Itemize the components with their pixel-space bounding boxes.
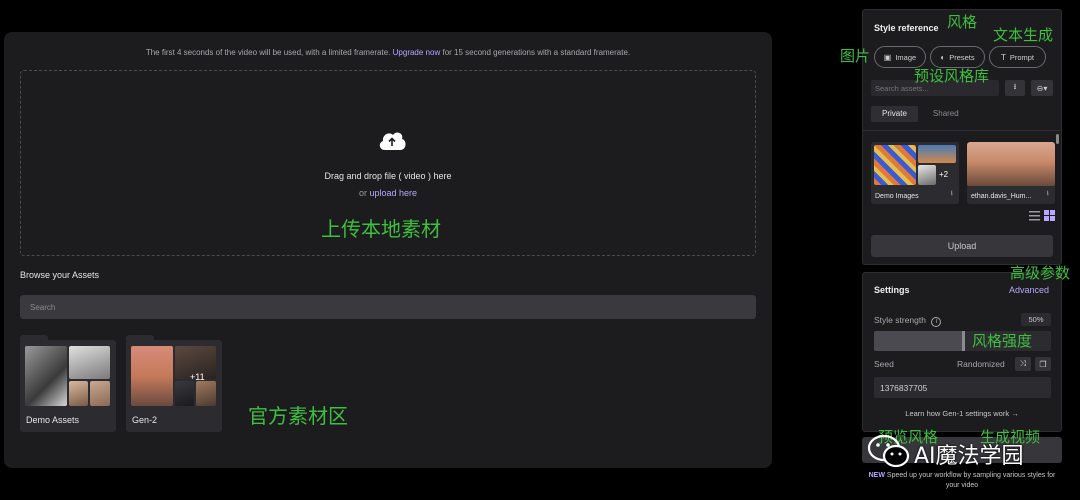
watermark-text: AI魔法学园 (914, 444, 1024, 469)
upload-button[interactable]: Upload (871, 235, 1053, 257)
shuffle-button[interactable]: ⤨ (1015, 357, 1031, 371)
drag-drop-text: Drag and drop file ( video ) here (324, 171, 452, 181)
slider-fill (874, 331, 963, 351)
text-icon: T (1000, 52, 1006, 62)
app-root: The first 4 seconds of the video will be… (0, 0, 1080, 500)
asset-tabs: Private Shared (871, 106, 970, 122)
annotation-official-assets: 官方素材区 (248, 404, 348, 428)
folder-thumbnail (69, 346, 110, 379)
wechat-logo-icon (867, 434, 910, 468)
card-thumbnail (874, 145, 916, 185)
folder-gen-2[interactable]: +11 Gen-2 (126, 335, 222, 432)
tab-shared[interactable]: Shared (922, 106, 970, 122)
upgrade-link[interactable]: Upgrade now (393, 48, 441, 57)
cloud-upload-icon (379, 132, 406, 150)
style-strength-value[interactable]: 50% (1021, 313, 1051, 326)
card-caption: ethan.davis_Hum... (971, 193, 1032, 200)
seed-input[interactable]: 1376837705 (874, 377, 1051, 398)
style-reference-title: Style reference (874, 23, 939, 33)
folder-thumbnail (175, 381, 194, 406)
pin-filter-button[interactable]: ⭳ (1005, 80, 1025, 96)
arrow-right-icon: → (1011, 409, 1019, 418)
folder-thumbnail (25, 346, 67, 406)
pill-label: Image (895, 52, 917, 62)
divider (863, 130, 1061, 131)
slider-handle[interactable] (961, 331, 965, 351)
card-caption: Demo Images (875, 193, 919, 200)
asset-card-demo-images[interactable]: +2 Demo Images ⭳ (871, 142, 959, 204)
annotation-image: 图片 (840, 47, 871, 65)
folder-demo-assets[interactable]: Demo Assets (20, 335, 116, 432)
or-text: or (358, 188, 367, 198)
upload-line: or upload here (21, 188, 755, 198)
scrollbar[interactable] (1056, 134, 1059, 144)
folder-tab (20, 335, 48, 341)
notice-text: The first 4 seconds of the video will be… (145, 48, 391, 57)
style-strength-label: Style strength i (874, 315, 942, 327)
video-input-panel: The first 4 seconds of the video will be… (4, 32, 772, 468)
seed-label: Seed (874, 359, 894, 369)
footer-text: Speed up your workflow by sampling vario… (886, 472, 1056, 489)
image-icon: ▣ (883, 52, 892, 62)
annotation-preset-lib: 预设风格库 (914, 67, 990, 85)
assets-search-input[interactable]: Search (20, 295, 756, 319)
folder-thumbnail (196, 381, 216, 406)
annotation-style-strength: 风格强度 (972, 332, 1033, 350)
video-dropzone[interactable]: Drag and drop file ( video ) here or upl… (20, 70, 756, 256)
more-options-button[interactable]: ⊖▾ (1031, 80, 1053, 96)
browse-assets-title: Browse your Assets (20, 270, 100, 280)
annotation-style: 风格 (947, 13, 978, 31)
learn-link-text: Learn how Gen-1 settings work (905, 409, 1010, 418)
folder-count-badge: +11 (190, 372, 205, 382)
upload-here-link[interactable]: upload here (369, 188, 417, 198)
settings-panel: Settings Advanced Style strength i 50% S… (862, 272, 1062, 432)
card-thumbnail (918, 145, 956, 163)
folder-tab (126, 335, 154, 341)
folder-thumbnail (90, 381, 110, 406)
pin-icon: ⭳ (1013, 82, 1017, 91)
shuffle-icon: ⤨ (1019, 359, 1027, 368)
copy-icon: ❐ (1039, 359, 1047, 369)
randomized-label: Randomized (957, 359, 1005, 369)
tab-private[interactable]: Private (871, 106, 918, 122)
card-thumbnail (918, 165, 936, 185)
folder-label: Demo Assets (26, 415, 80, 425)
grid-view-icon[interactable] (1044, 210, 1055, 221)
advanced-link[interactable]: Advanced (1009, 285, 1049, 295)
card-thumbnail (967, 142, 1055, 186)
style-strength-text: Style strength (874, 315, 926, 325)
folder-label: Gen-2 (132, 415, 158, 425)
framerate-notice: The first 4 seconds of the video will be… (4, 48, 772, 57)
pin-icon[interactable]: ⭳ (1047, 189, 1049, 200)
annotation-upload-local: 上传本地素材 (321, 217, 441, 241)
more-icon: ⊖▾ (1036, 83, 1048, 93)
annotation-advanced-params: 高级参数 (1010, 264, 1071, 282)
pill-label: Presets (949, 52, 975, 62)
card-count-badge: +2 (939, 170, 949, 179)
notice-text-end: for 15 second generations with a standar… (442, 48, 631, 57)
asset-card-ethan-davis[interactable]: ethan.davis_Hum... ⭳ (967, 142, 1055, 204)
style-reference-panel: Style reference ▣ Image ◐ Presets T Prom… (862, 9, 1062, 265)
footer-note: NEW Speed up your workflow by sampling v… (862, 471, 1062, 491)
pin-icon[interactable]: ⭳ (951, 189, 953, 200)
settings-title: Settings (874, 285, 910, 295)
learn-settings-link[interactable]: Learn how Gen-1 settings work → (863, 409, 1061, 418)
pill-label: Prompt (1009, 52, 1035, 62)
folder-thumbnail (69, 381, 88, 406)
info-icon[interactable]: i (931, 317, 942, 327)
copy-button[interactable]: ❐ (1035, 357, 1051, 371)
folder-thumbnail (131, 346, 173, 406)
palette-icon: ◐ (940, 52, 946, 62)
list-view-icon[interactable] (1029, 210, 1040, 221)
prompt-pill-button[interactable]: T Prompt (989, 46, 1046, 68)
annotation-text-gen: 文本生成 (993, 26, 1054, 44)
new-badge: NEW (868, 472, 885, 479)
